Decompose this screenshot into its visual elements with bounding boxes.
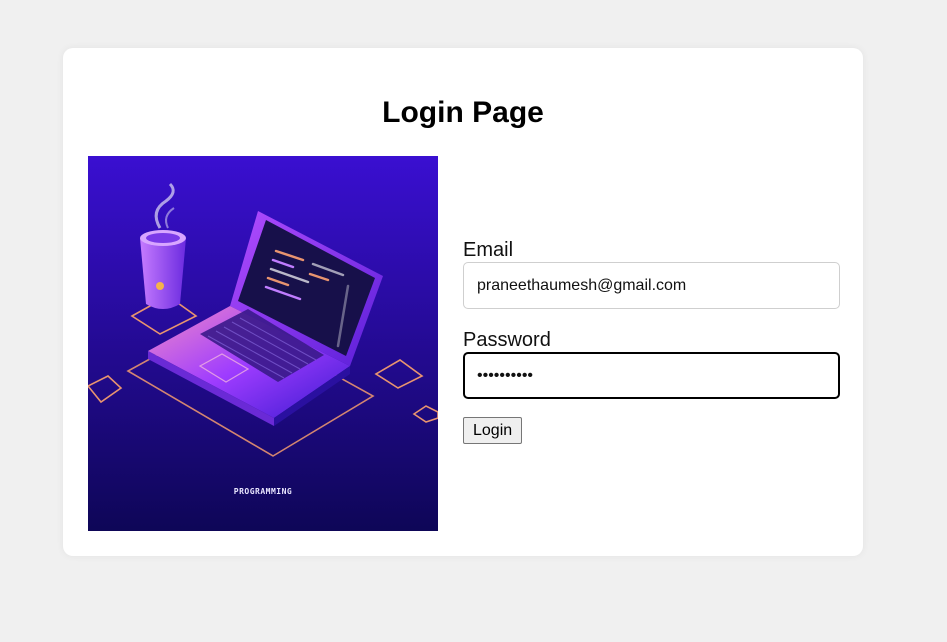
- illustration-caption: PROGRAMMING: [233, 487, 293, 496]
- email-label: Email: [463, 239, 514, 261]
- page-title: Login Page: [382, 96, 544, 129]
- login-card: Login Page PROGRAMMING Email praneethaum…: [63, 48, 863, 556]
- login-form: Email Password Login: [463, 238, 840, 444]
- email-field[interactable]: [463, 262, 840, 309]
- programming-illustration: PROGRAMMING: [88, 156, 438, 531]
- login-button[interactable]: Login: [463, 417, 523, 444]
- password-field[interactable]: [463, 352, 840, 399]
- password-label: Password: [463, 329, 551, 351]
